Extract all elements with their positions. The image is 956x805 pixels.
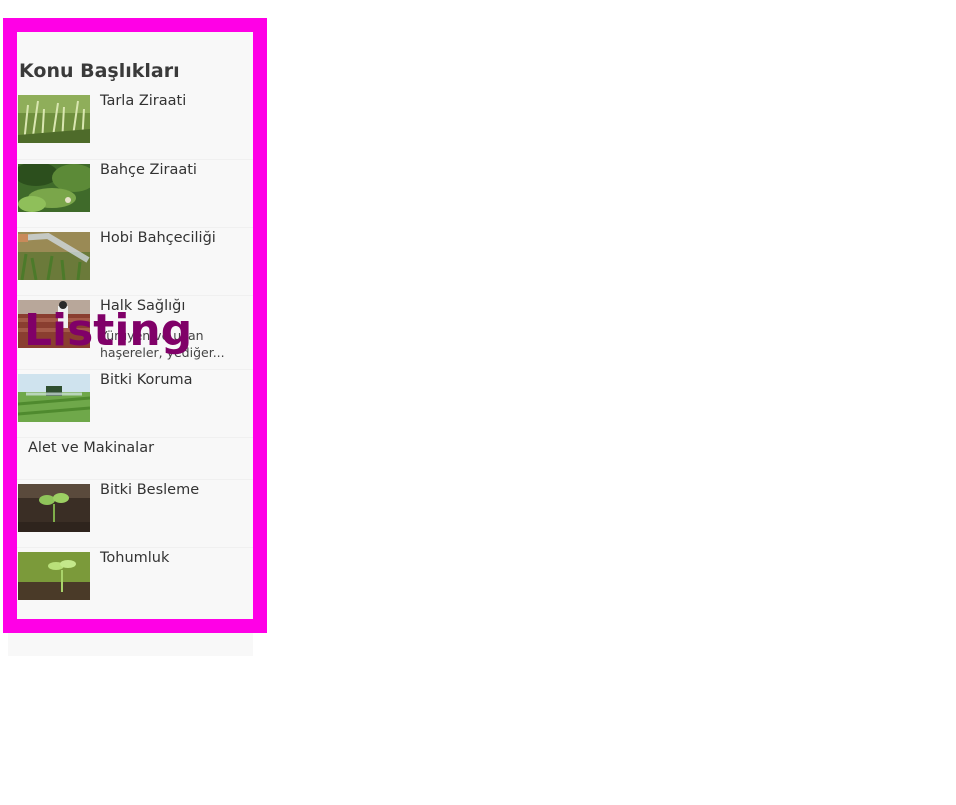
list-item-title[interactable]: Tarla Ziraati	[100, 93, 186, 109]
tractor-spraying-image	[18, 374, 90, 422]
list-item-title[interactable]: Alet ve Makinalar	[28, 440, 154, 456]
bahce-ziraati-thumbnail[interactable]	[18, 164, 90, 212]
list-item-title[interactable]: Tohumluk	[100, 550, 169, 566]
seedling-soil-image	[18, 484, 90, 532]
sprout-image	[18, 552, 90, 600]
sidebar-bottom-panel	[8, 630, 253, 656]
list-item-tohumluk[interactable]: Tohumluk	[17, 547, 253, 612]
widget-title: Konu Başlıkları	[19, 60, 180, 82]
list-item-title[interactable]: Bitki Besleme	[100, 482, 199, 498]
tohumluk-thumbnail[interactable]	[18, 552, 90, 600]
wheat-field-image	[18, 95, 90, 143]
bitki-besleme-thumbnail[interactable]	[18, 484, 90, 532]
list-item-bahce-ziraati[interactable]: Bahçe Ziraati	[17, 159, 253, 224]
list-item-bitki-koruma[interactable]: Bitki Koruma	[17, 369, 253, 434]
list-item-tarla-ziraati[interactable]: Tarla Ziraati	[17, 91, 253, 155]
watering-image	[18, 232, 90, 280]
garden-image	[18, 164, 90, 212]
list-item-title[interactable]: Bitki Koruma	[100, 372, 193, 388]
list-item-hobi-bahceciligi[interactable]: Hobi Bahçeciliği	[17, 227, 253, 292]
list-item-title[interactable]: Hobi Bahçeciliği	[100, 230, 216, 246]
list-item-bitki-besleme[interactable]: Bitki Besleme	[17, 479, 253, 544]
bitki-koruma-thumbnail[interactable]	[18, 374, 90, 422]
listing-overlay-label: Listing	[24, 305, 193, 356]
list-item-title[interactable]: Bahçe Ziraati	[100, 162, 197, 178]
hobi-bahceciligi-thumbnail[interactable]	[18, 232, 90, 280]
tarla-ziraati-thumbnail[interactable]	[18, 95, 90, 143]
